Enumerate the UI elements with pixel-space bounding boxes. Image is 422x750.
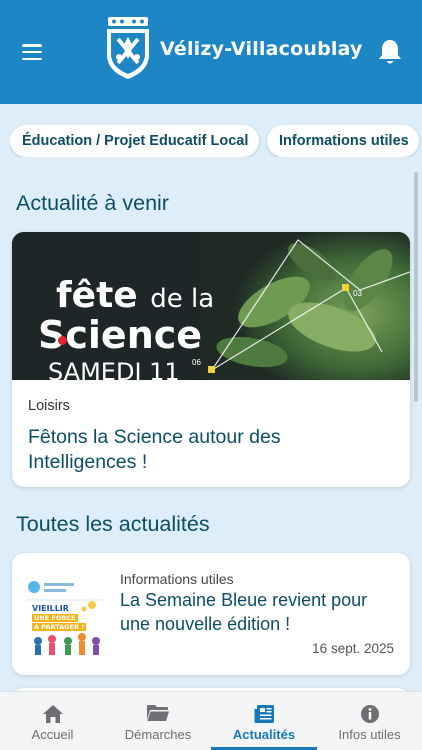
nav-label-demarches: Démarches: [124, 727, 192, 742]
folder-icon: [147, 705, 169, 721]
hamburger-menu-icon[interactable]: [22, 44, 42, 61]
all-news-section-title: Toutes les actualités: [16, 512, 210, 536]
thumb-force-text: UNE FORCE: [32, 614, 78, 622]
category-chips: Éducation / Projet Educatif Local Inform…: [10, 125, 422, 157]
home-icon: [42, 705, 63, 723]
news-date: 16 sept. 2025: [312, 641, 394, 656]
nav-demarches[interactable]: Démarches: [105, 692, 211, 750]
featured-category: Loisirs: [28, 398, 70, 414]
banner-fete-text: fête de la: [56, 275, 215, 316]
nav-accueil[interactable]: Accueil: [0, 692, 105, 750]
chip-education[interactable]: Éducation / Projet Educatif Local: [10, 125, 259, 157]
info-icon: [360, 705, 379, 723]
banner-red-dot: [58, 336, 67, 345]
upcoming-section-title: Actualité à venir: [16, 191, 169, 215]
banner-science-text: Science: [38, 313, 203, 357]
featured-headline: Fêtons la Science autour des Intelligenc…: [28, 426, 281, 473]
newspaper-icon: [254, 705, 274, 723]
banner-de-la-text: de la: [150, 284, 215, 314]
news-card[interactable]: VIEILLIR UNE FORCE À PARTAGER ! Informat…: [12, 553, 410, 675]
nav-actualites[interactable]: Actualités: [211, 692, 317, 750]
bell-icon[interactable]: [377, 38, 403, 66]
thumb-vieillir-text: VIEILLIR: [32, 604, 69, 613]
svg-text:03: 03: [353, 289, 362, 298]
chip-informations-utiles[interactable]: Informations utiles: [267, 125, 419, 157]
svg-text:06: 06: [192, 358, 201, 367]
nav-label-actualites: Actualités: [232, 727, 296, 742]
banner-date-text: SAMEDI 11: [48, 358, 180, 380]
nav-infos-utiles[interactable]: Infos utiles: [317, 692, 422, 750]
city-crest-logo: [107, 17, 149, 79]
nav-label-infos-utiles: Infos utiles: [338, 727, 401, 742]
bottom-nav: Accueil Démarches Actualités Infos utile…: [0, 691, 422, 750]
city-name-title: Vélizy-Villacoublay: [160, 38, 363, 60]
news-category: Informations utiles: [120, 571, 234, 587]
app-header: Vélizy-Villacoublay: [0, 0, 422, 104]
scrollbar[interactable]: [414, 172, 418, 402]
thumb-partager-text: À PARTAGER !: [32, 623, 87, 631]
news-headline: La Semaine Bleue revient pour une nouvel…: [120, 590, 368, 634]
semaine-bleue-thumbnail: VIEILLIR UNE FORCE À PARTAGER !: [24, 575, 106, 657]
fete-science-banner-image: 06 03 fête de la Science SAMEDI 11: [12, 232, 410, 380]
nav-label-accueil: Accueil: [31, 727, 74, 742]
featured-news-card[interactable]: 06 03 fête de la Science SAMEDI 11 Loisi…: [12, 232, 410, 487]
